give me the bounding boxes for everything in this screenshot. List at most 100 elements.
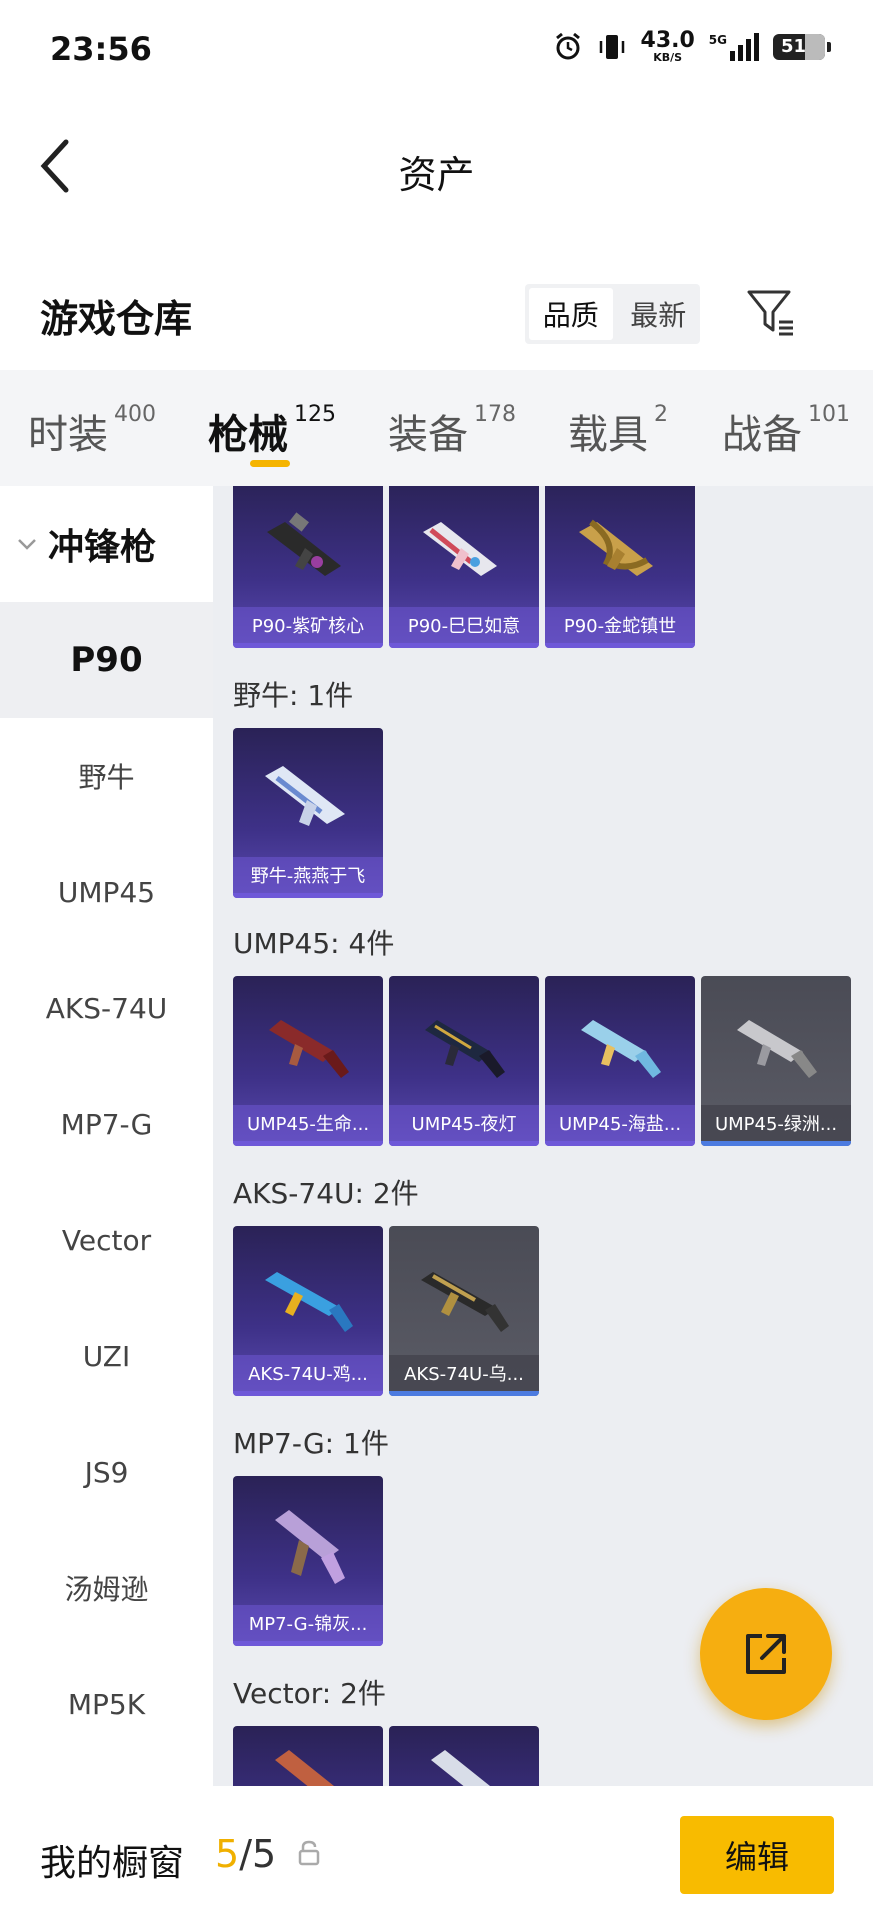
weapon-skin-image	[275, 1510, 345, 1584]
tab-label: 枪械	[208, 412, 288, 458]
skin-card[interactable]: UMP45-绿洲...	[701, 976, 851, 1146]
sidebar-item-ump45[interactable]: UMP45	[0, 834, 213, 950]
sort-newest-button[interactable]: 最新	[617, 284, 701, 344]
sidebar-item-p90[interactable]: P90	[0, 602, 213, 718]
weapon-skin-image	[431, 1750, 490, 1786]
rarity-bar	[701, 1141, 851, 1146]
weapon-skin-image	[423, 522, 497, 576]
filter-button[interactable]	[745, 286, 797, 338]
skin-name: UMP45-夜灯	[389, 1105, 539, 1141]
skin-card[interactable]: P90-紫矿核心	[233, 486, 383, 648]
skin-name: AKS-74U-乌...	[389, 1355, 539, 1391]
tab-vehicles[interactable]: 载具 2	[568, 402, 668, 460]
tab-fashion[interactable]: 时装 400	[28, 402, 156, 460]
weapon-skin-image	[421, 1272, 509, 1332]
skin-card[interactable]: P90-巳巳如意	[389, 486, 539, 648]
tab-count: 178	[474, 402, 516, 427]
section-header: UMP45: 4件	[233, 927, 395, 960]
rarity-bar	[233, 643, 383, 648]
weapon-skin-image	[265, 1272, 353, 1332]
weapon-skin-image	[425, 1020, 505, 1078]
battery-level: 51	[781, 36, 807, 57]
rarity-bar	[233, 1391, 383, 1396]
sidebar-group-smg[interactable]: 冲锋枪	[0, 486, 213, 602]
skin-card[interactable]: AKS-74U-乌...	[389, 1226, 539, 1396]
weapon-skin-image	[737, 1020, 817, 1078]
rarity-bar	[389, 1391, 539, 1396]
tab-equipment[interactable]: 装备 178	[388, 402, 516, 460]
share-fab-button[interactable]	[700, 1588, 832, 1720]
tab-label: 装备	[388, 412, 468, 458]
skin-card[interactable]	[389, 1726, 539, 1786]
edit-button[interactable]: 编辑	[680, 1816, 834, 1894]
tab-count: 400	[114, 402, 156, 427]
section-header: Vector: 2件	[233, 1677, 386, 1710]
sidebar-item-vector[interactable]: Vector	[0, 1182, 213, 1298]
weapon-type-sidebar: 冲锋枪 P90 野牛 UMP45 AKS-74U MP7-G Vector UZ…	[0, 486, 213, 1786]
skin-name: UMP45-生命...	[233, 1105, 383, 1141]
skin-card[interactable]: 野牛-燕燕于飞	[233, 728, 383, 898]
warehouse-header: 游戏仓库 品质 最新	[0, 224, 873, 370]
skin-name: P90-紫矿核心	[233, 607, 383, 643]
showcase-count: 5/5	[215, 1832, 276, 1876]
skin-name: P90-巳巳如意	[389, 607, 539, 643]
tab-count: 101	[808, 402, 850, 427]
sidebar-item-thompson[interactable]: 汤姆逊	[0, 1530, 213, 1646]
vibrate-icon	[599, 34, 624, 59]
weapon-skin-image	[275, 1750, 334, 1786]
sidebar-item-uzi[interactable]: UZI	[0, 1298, 213, 1414]
tab-combat-gear[interactable]: 战备 101	[722, 402, 850, 460]
tab-count: 125	[294, 402, 336, 427]
weapon-skin-image	[269, 1020, 349, 1078]
rarity-bar	[389, 643, 539, 648]
rarity-bar	[233, 1641, 383, 1646]
weapon-skin-image	[581, 1020, 661, 1078]
status-icons: 43.0 KB/S 5G 51	[553, 28, 831, 64]
active-tab-indicator	[250, 460, 290, 467]
skin-card[interactable]: UMP45-生命...	[233, 976, 383, 1146]
showcase-current: 5	[215, 1832, 240, 1876]
showcase-title: 我的橱窗	[40, 1843, 185, 1884]
skin-card[interactable]	[233, 1726, 383, 1786]
sidebar-group-label: 冲锋枪	[48, 527, 157, 568]
sort-quality-button[interactable]: 品质	[529, 288, 613, 340]
skin-card[interactable]: AKS-74U-鸡...	[233, 1226, 383, 1396]
warehouse-title: 游戏仓库	[40, 297, 193, 341]
signal-icon: 5G	[708, 32, 759, 61]
showcase-separator: /	[239, 1832, 252, 1876]
skin-card[interactable]: UMP45-夜灯	[389, 976, 539, 1146]
net-speed: 43.0 KB/S	[640, 28, 695, 64]
tab-label: 载具	[568, 412, 648, 458]
skin-card[interactable]: P90-金蛇镇世	[545, 486, 695, 648]
tab-count: 2	[654, 402, 668, 427]
tab-label: 战备	[722, 412, 802, 458]
sidebar-item-mp5k[interactable]: MP5K	[0, 1646, 213, 1762]
network-label: 5G	[708, 32, 727, 47]
skin-card[interactable]: MP7-G-锦灰...	[233, 1476, 383, 1646]
rarity-bar	[233, 1141, 383, 1146]
skin-card[interactable]: UMP45-海盐...	[545, 976, 695, 1146]
showcase-total: 5	[252, 1832, 277, 1876]
sort-toggle: 品质 最新	[525, 284, 700, 344]
tab-label: 时装	[28, 412, 108, 458]
rarity-bar	[233, 893, 383, 898]
sidebar-item-js9[interactable]: JS9	[0, 1414, 213, 1530]
section-header: MP7-G: 1件	[233, 1427, 389, 1460]
top-bar: 资产	[0, 104, 873, 224]
sidebar-item-bison[interactable]: 野牛	[0, 718, 213, 834]
showcase-bar: 我的橱窗 5/5 编辑	[0, 1786, 873, 1920]
sidebar-item-mp7g[interactable]: MP7-G	[0, 1066, 213, 1182]
skin-name: P90-金蛇镇世	[545, 607, 695, 643]
sidebar-item-aks74u[interactable]: AKS-74U	[0, 950, 213, 1066]
skin-name: 野牛-燕燕于飞	[233, 857, 383, 893]
skin-name: MP7-G-锦灰...	[233, 1605, 383, 1641]
weapon-skin-image	[579, 519, 653, 576]
battery-icon: 51	[773, 33, 831, 60]
category-tabs: 时装 400 枪械 125 装备 178 载具 2 战备 101	[0, 370, 873, 486]
net-speed-value: 43.0	[640, 28, 695, 53]
section-header: AKS-74U: 2件	[233, 1177, 419, 1210]
skin-name: AKS-74U-鸡...	[233, 1355, 383, 1391]
tab-firearms[interactable]: 枪械 125	[208, 402, 336, 460]
rarity-bar	[389, 1141, 539, 1146]
chevron-down-icon	[18, 539, 36, 550]
